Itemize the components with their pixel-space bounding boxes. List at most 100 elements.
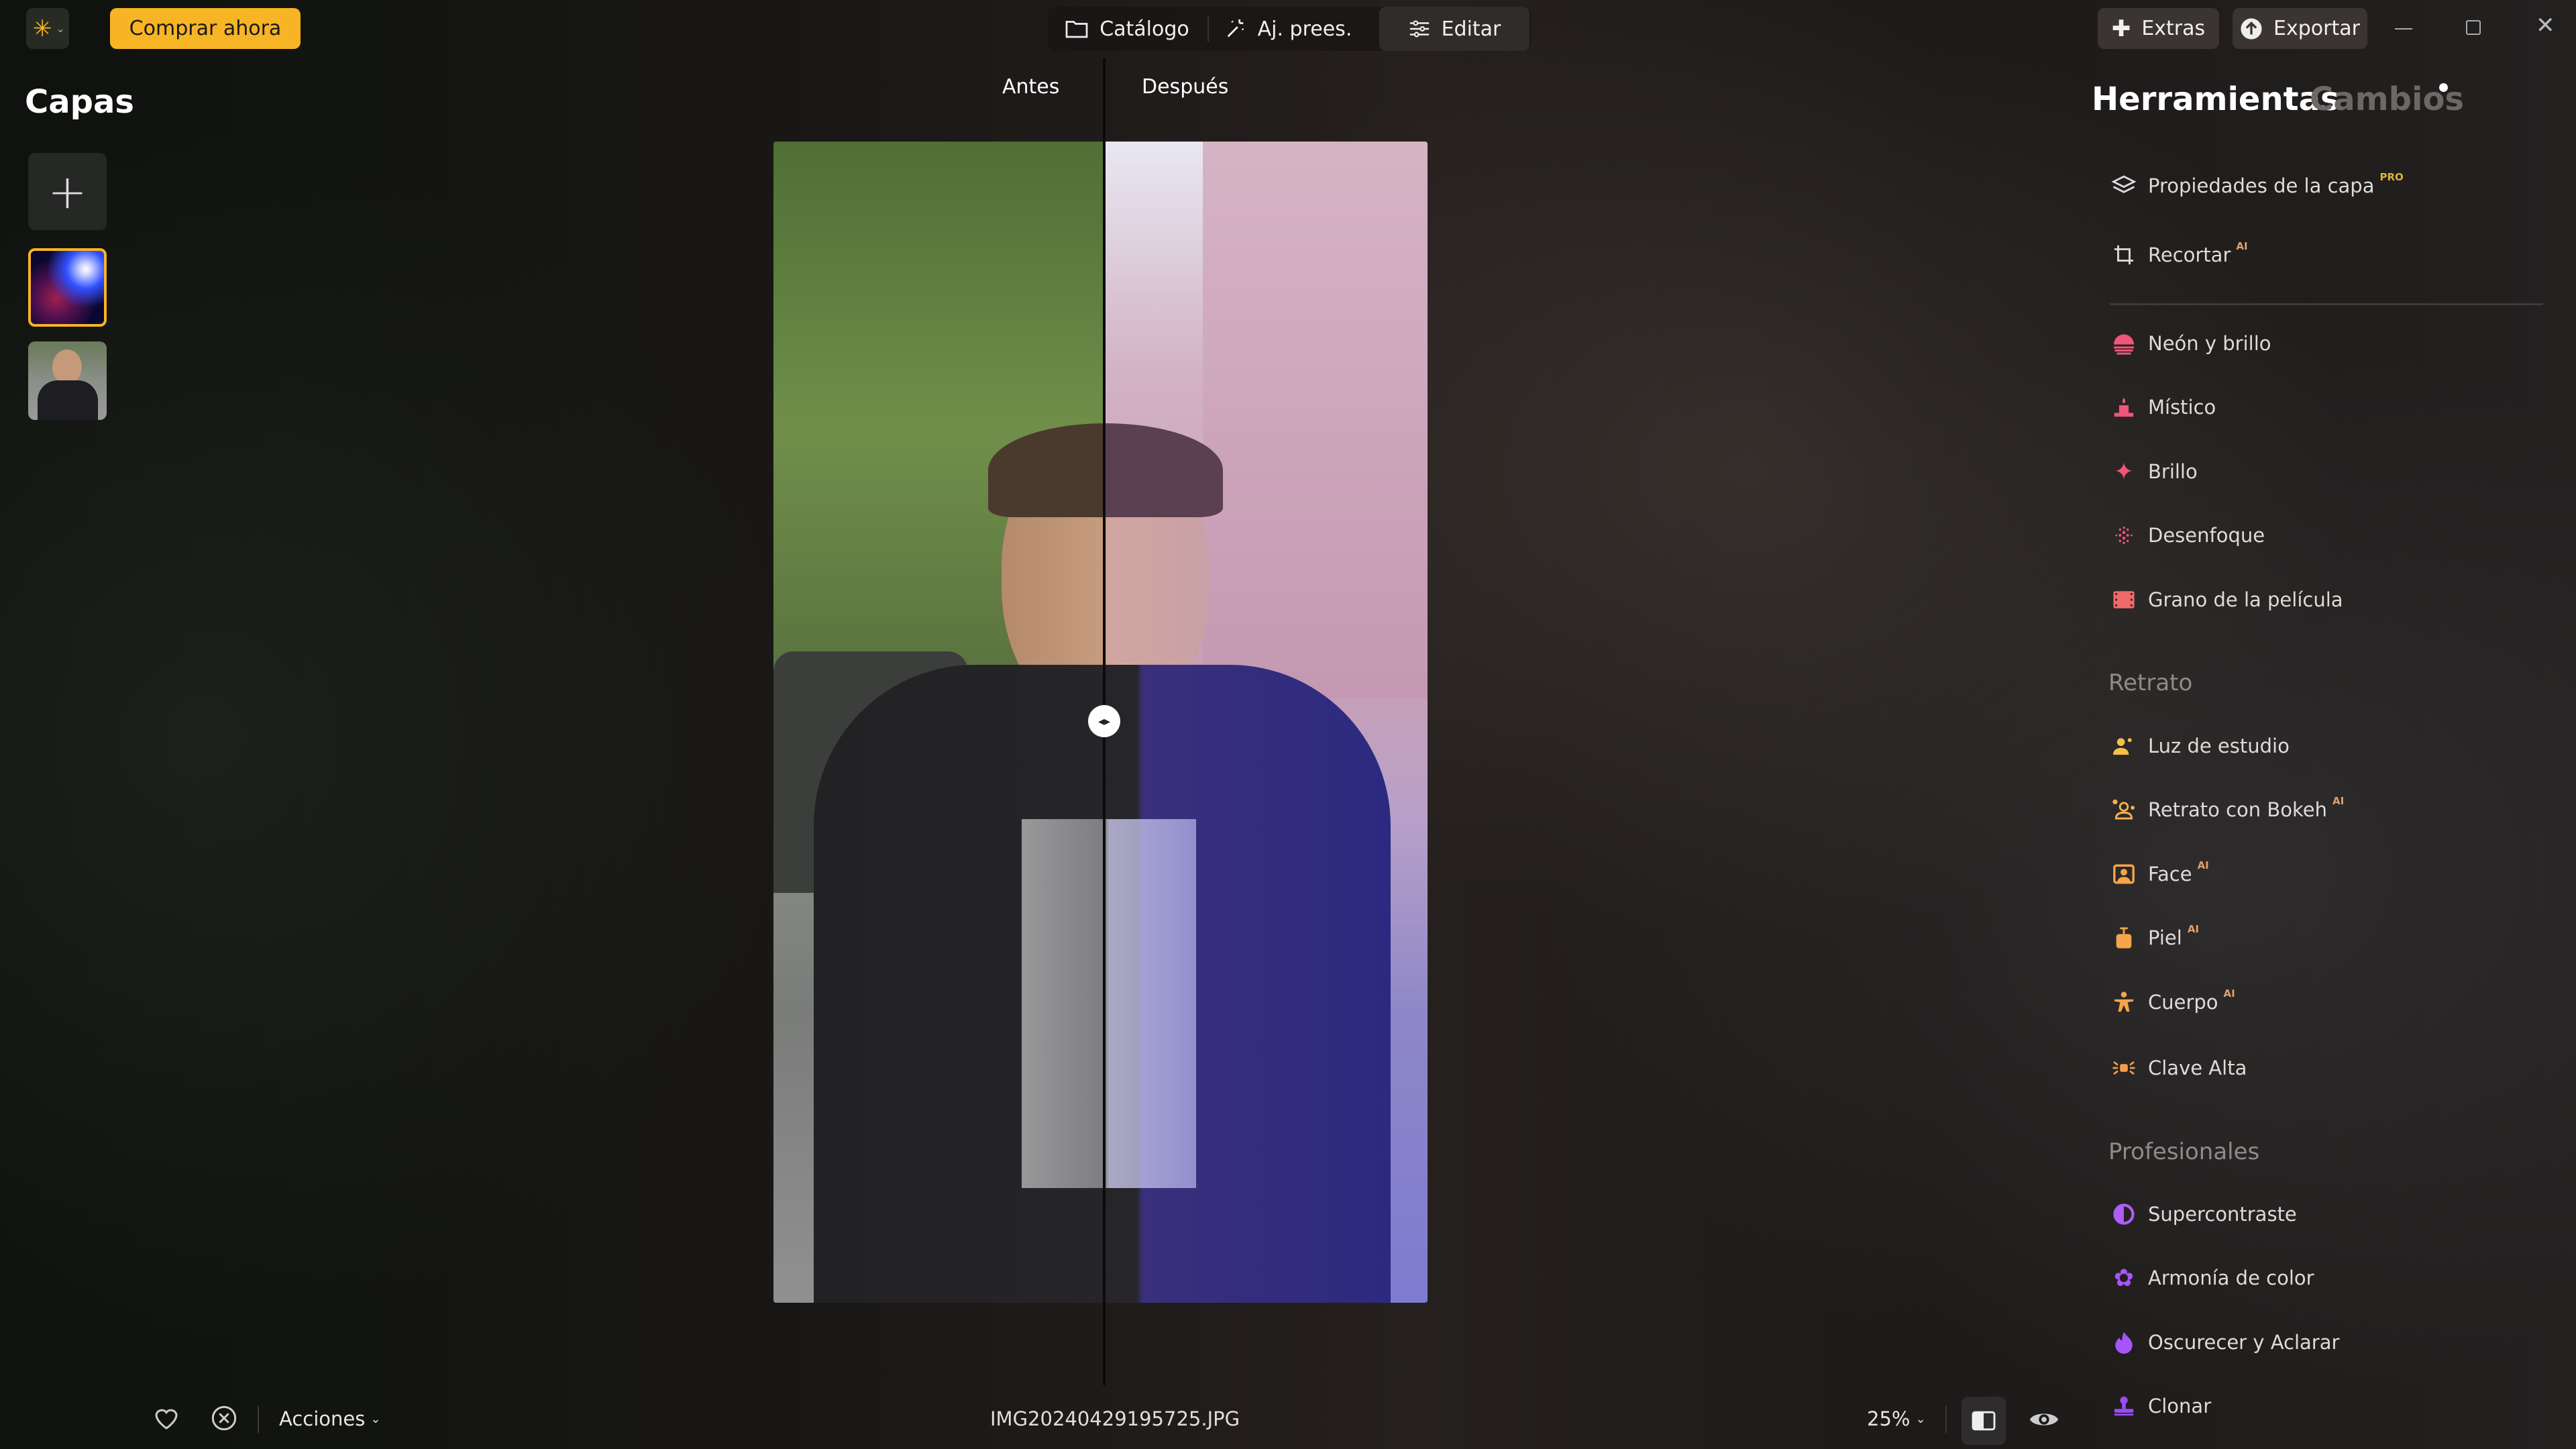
ai-badge: AI <box>2223 987 2235 1000</box>
tool-label: Oscurecer y Aclarar <box>2148 1331 2340 1354</box>
film-icon <box>2110 586 2137 613</box>
nav-label: Catálogo <box>1099 17 1189 41</box>
nav-label: Editar <box>1441 17 1501 41</box>
puzzle-icon: ✚ <box>2111 15 2131 42</box>
eye-icon <box>2029 1413 2059 1426</box>
tool-label: Recortar <box>2148 244 2231 266</box>
high-key-icon <box>2110 1055 2137 1081</box>
tool-label: Piel <box>2148 926 2182 949</box>
zoom-level: 25% <box>1867 1407 1911 1430</box>
tool-film-grain[interactable]: Grano de la película <box>2106 580 2536 620</box>
restore-button[interactable] <box>2466 20 2481 35</box>
nav-divider <box>1208 16 1209 42</box>
tool-label: Clave Alta <box>2148 1057 2247 1079</box>
buy-now-button[interactable]: Comprar ahora <box>110 8 301 49</box>
split-view-icon <box>1972 1411 1996 1431</box>
tool-bokeh[interactable]: Retrato con Bokeh AI <box>2106 790 2536 830</box>
ai-badge: AI <box>2332 795 2345 807</box>
tool-label: Supercontraste <box>2148 1203 2297 1226</box>
layer-thumbnail-effect[interactable] <box>28 248 107 327</box>
tool-studio-light[interactable]: Luz de estudio <box>2106 726 2536 766</box>
ai-badge: AI <box>2187 923 2200 935</box>
neon-sunset-icon <box>2110 330 2137 357</box>
compare-handle[interactable]: ◂▸ <box>1088 705 1120 737</box>
tool-glow[interactable]: ✦ Brillo <box>2106 451 2536 492</box>
tool-body[interactable]: Cuerpo AI <box>2106 982 2536 1022</box>
layers-icon <box>2110 172 2137 199</box>
changes-dot <box>2439 83 2448 92</box>
tool-label: Grano de la película <box>2148 588 2343 611</box>
tool-dodge-burn[interactable]: Oscurecer y Aclarar <box>2106 1322 2536 1362</box>
magic-wand-icon <box>1227 19 1244 38</box>
skin-bottle-icon <box>2110 924 2137 951</box>
bokeh-portrait-icon <box>2110 796 2137 823</box>
nav-label: Aj. prees. <box>1257 17 1352 41</box>
actions-dropdown[interactable]: Acciones ⌄ <box>279 1407 380 1430</box>
tab-tools[interactable]: Herramientas <box>2092 80 2340 118</box>
compare-view-toggle[interactable] <box>1962 1397 2006 1445</box>
candle-icon <box>2110 394 2137 421</box>
flower-icon: ✿ <box>2113 1264 2135 1292</box>
export-button[interactable]: Exportar <box>2233 8 2367 49</box>
tool-label: Retrato con Bokeh <box>2148 798 2327 821</box>
export-label: Exportar <box>2273 17 2360 40</box>
tool-high-key[interactable]: Clave Alta <box>2106 1048 2536 1088</box>
flame-icon <box>2110 1329 2137 1356</box>
nav-catalog[interactable]: Catálogo <box>1060 7 1194 51</box>
close-circle-icon <box>211 1405 237 1431</box>
tool-color-harmony[interactable]: ✿ Armonía de color <box>2106 1258 2536 1298</box>
actions-label: Acciones <box>279 1407 366 1430</box>
chevron-down-icon: ⌄ <box>370 1411 381 1426</box>
before-label: Antes <box>1002 75 1060 99</box>
tool-label: Clonar <box>2148 1395 2212 1417</box>
tool-layer-properties[interactable]: Propiedades de la capa PRO <box>2106 166 2536 206</box>
heart-icon <box>155 1409 178 1430</box>
tool-mystic[interactable]: Místico <box>2106 387 2536 427</box>
tool-neon[interactable]: Neón y brillo <box>2106 323 2536 364</box>
nav-edit[interactable]: Editar <box>1379 7 1529 51</box>
studio-light-icon <box>2110 733 2137 759</box>
zoom-dropdown[interactable]: 25% ⌄ <box>1867 1407 1926 1430</box>
layers-title: Capas <box>25 83 134 121</box>
ai-badge: AI <box>2197 859 2209 871</box>
body-icon <box>2110 989 2137 1016</box>
tool-face[interactable]: Face AI <box>2106 854 2536 894</box>
sparkle-icon: ✦ <box>2113 458 2135 486</box>
app-menu-button[interactable]: ✳ ⌄ <box>26 8 69 49</box>
bottom-divider <box>258 1406 259 1433</box>
preview-toggle[interactable] <box>2029 1406 2059 1436</box>
tool-blur[interactable]: Desenfoque <box>2106 515 2536 555</box>
tool-label: Luz de estudio <box>2148 735 2290 757</box>
tool-supercontrast[interactable]: Supercontraste <box>2106 1194 2536 1234</box>
panel-divider <box>2110 303 2543 305</box>
close-button[interactable]: ✕ <box>2536 12 2555 39</box>
stamp-icon <box>2110 1393 2137 1419</box>
split-arrows-icon: ◂▸ <box>1097 714 1111 729</box>
blur-dots-icon <box>2110 522 2137 549</box>
tool-label: Neón y brillo <box>2148 332 2271 355</box>
bottom-divider <box>1945 1406 1947 1433</box>
file-name: IMG20240429195725.JPG <box>990 1407 1240 1430</box>
ai-badge: AI <box>2236 240 2248 252</box>
crop-icon <box>2110 241 2137 268</box>
minimize-button[interactable] <box>2395 28 2412 30</box>
tool-crop[interactable]: Recortar AI <box>2106 235 2536 275</box>
tool-label: Face <box>2148 863 2192 885</box>
section-portrait-header: Retrato <box>2108 669 2193 696</box>
section-pro-header: Profesionales <box>2108 1138 2260 1165</box>
tool-clone[interactable]: Clonar <box>2106 1386 2536 1426</box>
nav-presets[interactable]: Aj. prees. <box>1221 7 1355 51</box>
pro-badge: PRO <box>2379 171 2404 183</box>
export-icon <box>2241 17 2262 40</box>
face-frame-icon <box>2110 861 2137 888</box>
tool-skin[interactable]: Piel AI <box>2106 918 2536 958</box>
add-layer-button[interactable]: + <box>28 153 107 230</box>
tool-label: Brillo <box>2148 460 2198 483</box>
reject-button[interactable] <box>211 1405 237 1434</box>
tool-label: Místico <box>2148 396 2216 419</box>
favorite-button[interactable] <box>153 1405 180 1434</box>
extras-button[interactable]: ✚ Extras <box>2098 8 2219 49</box>
contrast-icon <box>2110 1201 2137 1228</box>
layer-thumbnail-photo[interactable] <box>28 341 107 420</box>
chevron-down-icon: ⌄ <box>56 22 65 35</box>
